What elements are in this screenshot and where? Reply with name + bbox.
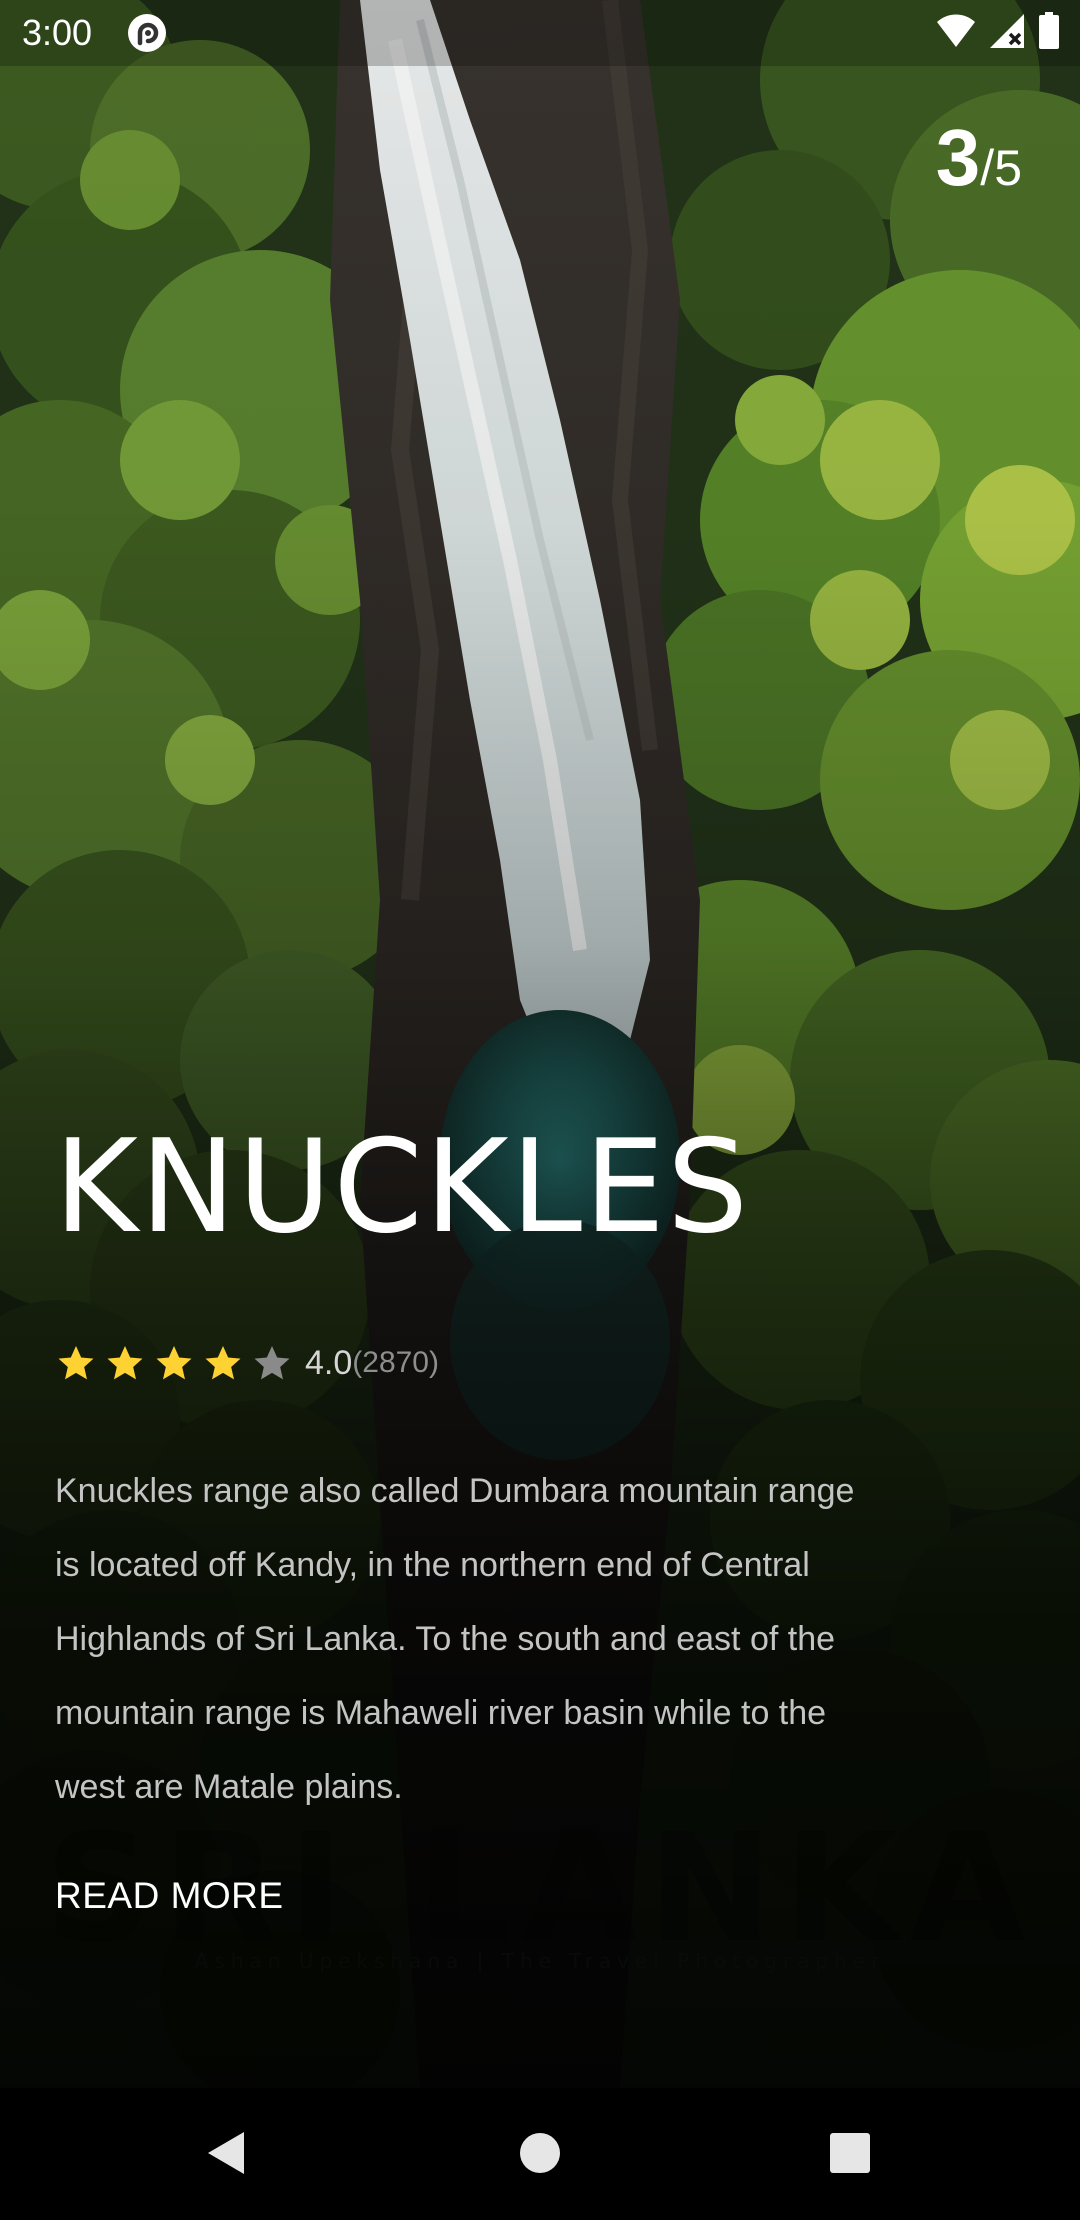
rating-value: 4.0 bbox=[305, 1343, 353, 1382]
page-counter-current: 3 bbox=[935, 113, 981, 202]
star-filled-icon bbox=[107, 1346, 143, 1380]
read-more-button[interactable]: READ MORE bbox=[55, 1866, 284, 1926]
status-time: 3:00 bbox=[22, 12, 93, 53]
rating: 4.0 (2870) bbox=[56, 1339, 439, 1387]
status-bar: 3:00 bbox=[0, 0, 1080, 66]
star-filled-icon bbox=[205, 1346, 241, 1380]
battery-icon bbox=[1038, 12, 1060, 54]
status-icons bbox=[936, 12, 1060, 54]
place-description: Knuckles range also called Dumbara mount… bbox=[55, 1472, 855, 1806]
back-icon bbox=[204, 2130, 248, 2180]
place-title: KNUCKLES bbox=[54, 1113, 751, 1262]
page-counter: 3/5 bbox=[936, 118, 1022, 198]
signal-icon bbox=[988, 12, 1026, 54]
star-empty-icon bbox=[254, 1346, 290, 1380]
navigation-bar bbox=[0, 2088, 1080, 2220]
recents-button[interactable] bbox=[820, 2128, 880, 2182]
page-counter-total: 5 bbox=[994, 140, 1022, 196]
back-button[interactable] bbox=[196, 2128, 256, 2182]
home-icon bbox=[519, 2132, 561, 2178]
recents-icon bbox=[829, 2132, 871, 2178]
pocket-casts-icon bbox=[127, 13, 167, 53]
rating-count: (2870) bbox=[352, 1346, 439, 1379]
page-counter-separator: / bbox=[980, 140, 995, 196]
rating-stars bbox=[56, 1343, 301, 1383]
home-button[interactable] bbox=[510, 2128, 570, 2182]
star-filled-icon bbox=[156, 1346, 192, 1380]
star-filled-icon bbox=[58, 1346, 94, 1380]
wifi-icon bbox=[936, 13, 976, 53]
